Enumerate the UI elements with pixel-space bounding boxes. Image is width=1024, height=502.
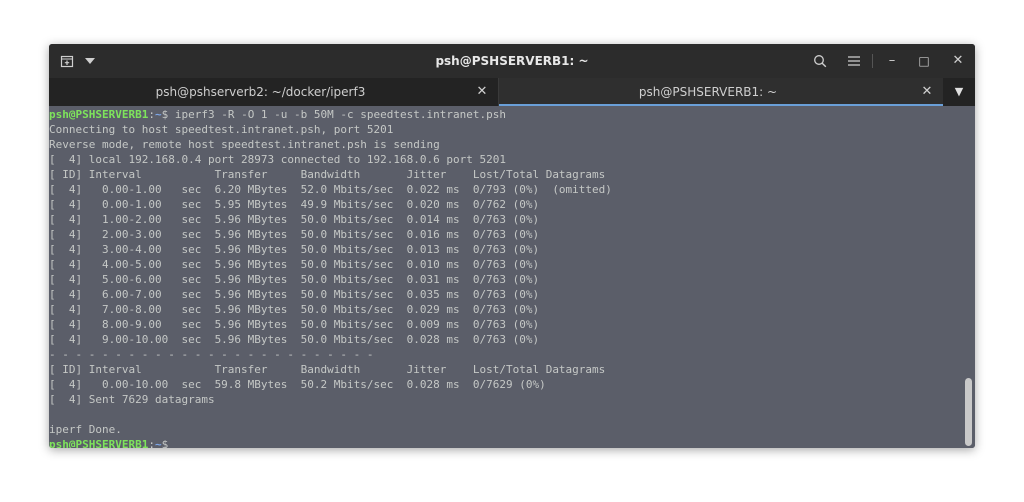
window-title: psh@PSHSERVERB1: ~ <box>435 54 589 68</box>
tab-close-icon[interactable]: ✕ <box>472 78 492 106</box>
minimize-button[interactable]: – <box>881 44 903 78</box>
output-line: [ 4] 9.00-10.00 sec 5.96 MBytes 50.0 Mbi… <box>49 333 540 346</box>
vertical-scrollbar[interactable] <box>962 106 975 448</box>
output-line: [ 4] 4.00-5.00 sec 5.96 MBytes 50.0 Mbit… <box>49 258 540 271</box>
output-line: [ 4] 3.00-4.00 sec 5.96 MBytes 50.0 Mbit… <box>49 243 540 256</box>
prompt-symbol: $ <box>161 438 175 448</box>
prompt-path: ~ <box>154 438 162 448</box>
command-text: iperf3 -R -O 1 -u -b 50M -c speedtest.in… <box>174 108 506 121</box>
output-line: [ 4] 2.00-3.00 sec 5.96 MBytes 50.0 Mbit… <box>49 228 540 241</box>
tab-close-icon[interactable]: ✕ <box>917 78 937 106</box>
output-line: [ 4] 8.00-9.00 sec 5.96 MBytes 50.0 Mbit… <box>49 318 540 331</box>
output-line: Reverse mode, remote host speedtest.intr… <box>49 138 440 151</box>
output-line: iperf Done. <box>49 423 122 436</box>
tab-pshserverb1[interactable]: psh@PSHSERVERB1: ~ ✕ <box>499 78 943 106</box>
output-line: [ 4] 6.00-7.00 sec 5.96 MBytes 50.0 Mbit… <box>49 288 540 301</box>
maximize-button[interactable]: □ <box>913 44 935 78</box>
output-line: [ 4] 0.00-10.00 sec 59.8 MBytes 50.2 Mbi… <box>49 378 546 391</box>
separator-line: - - - - - - - - - - - - - - - - - - - - … <box>49 348 374 361</box>
output-line: [ 4] 1.00-2.00 sec 5.96 MBytes 50.0 Mbit… <box>49 213 540 226</box>
tab-bar: psh@pshserverb2: ~/docker/iperf3 ✕ psh@P… <box>49 78 975 106</box>
output-line: [ ID] Interval Transfer Bandwidth Jitter… <box>49 168 606 181</box>
output-line: [ 4] Sent 7629 datagrams <box>49 393 215 406</box>
prompt-separator: : <box>148 438 155 448</box>
prompt-symbol: $ <box>161 108 175 121</box>
command-line: psh@PSHSERVERB1:~$ iperf3 -R -O 1 -u -b … <box>49 107 506 122</box>
output-line: [ 4] 0.00-1.00 sec 5.95 MBytes 49.9 Mbit… <box>49 198 540 211</box>
tab-label: psh@PSHSERVERB1: ~ <box>638 85 778 99</box>
tab-pshserverb2[interactable]: psh@pshserverb2: ~/docker/iperf3 ✕ <box>49 78 498 106</box>
terminal-output[interactable]: psh@PSHSERVERB1:~$ iperf3 -R -O 1 -u -b … <box>49 106 961 448</box>
output-line: [ 4] 7.00-8.00 sec 5.96 MBytes 50.0 Mbit… <box>49 303 540 316</box>
output-line: Connecting to host speedtest.intranet.ps… <box>49 123 394 136</box>
current-prompt-line[interactable]: psh@PSHSERVERB1:~$ <box>49 437 175 448</box>
titlebar-divider <box>872 54 873 68</box>
tab-list-dropdown-icon[interactable]: ▼ <box>943 78 975 106</box>
hamburger-icon[interactable] <box>843 44 865 78</box>
prompt-path: ~ <box>154 108 162 121</box>
output-line: [ ID] Interval Transfer Bandwidth Jitter… <box>49 363 606 376</box>
terminal-window: psh@PSHSERVERB1: ~ – □ ✕ psh@pshserverb2… <box>49 44 975 448</box>
title-bar: psh@PSHSERVERB1: ~ – □ ✕ <box>49 44 975 78</box>
output-line: [ 4] local 192.168.0.4 port 28973 connec… <box>49 153 506 166</box>
prompt-user-host: psh@PSHSERVERB1 <box>49 438 149 448</box>
output-line: [ 4] 0.00-1.00 sec 6.20 MBytes 52.0 Mbit… <box>49 183 612 196</box>
prompt-user-host: psh@PSHSERVERB1 <box>49 108 149 121</box>
output-line: [ 4] 5.00-6.00 sec 5.96 MBytes 50.0 Mbit… <box>49 273 540 286</box>
tab-label: psh@pshserverb2: ~/docker/iperf3 <box>155 85 366 99</box>
scrollbar-thumb[interactable] <box>965 378 972 446</box>
search-icon[interactable] <box>809 44 831 78</box>
close-button[interactable]: ✕ <box>947 44 969 78</box>
prompt-separator: : <box>148 108 155 121</box>
